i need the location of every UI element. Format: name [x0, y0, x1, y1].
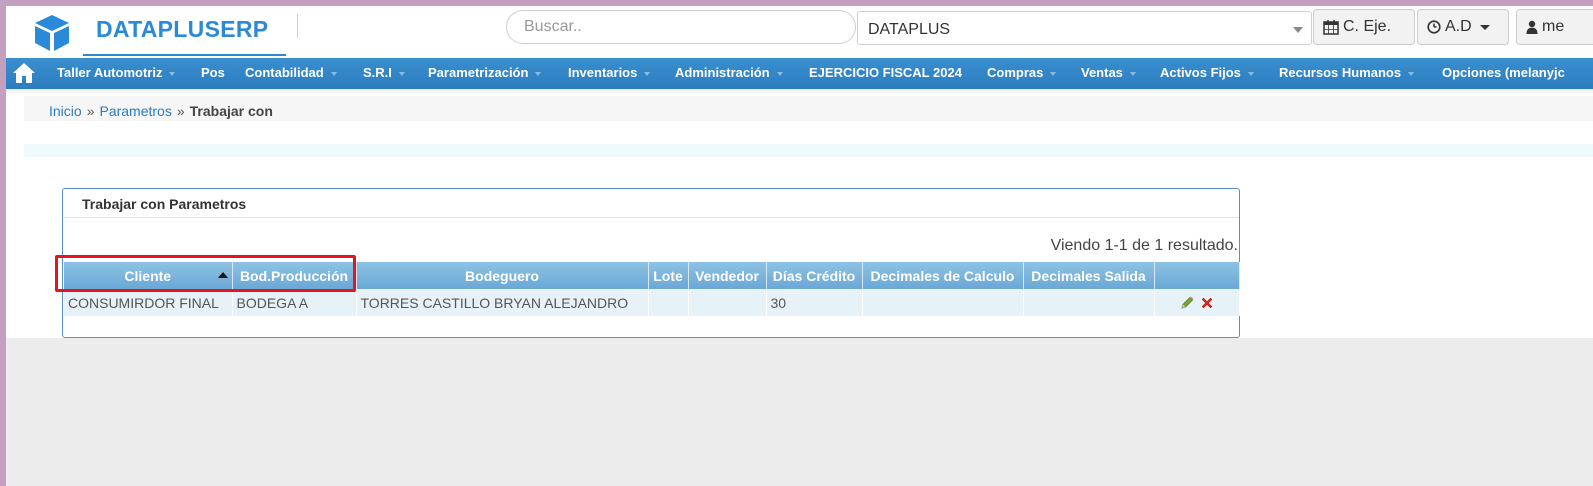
cell-cliente: CONSUMIRDOR FINAL	[64, 289, 233, 316]
user-menu-button[interactable]: me	[1516, 9, 1593, 45]
search-input[interactable]	[506, 10, 856, 44]
cell-dias-credito: 30	[766, 289, 863, 316]
nav-item-ventas[interactable]: Ventas	[1081, 58, 1136, 89]
dropdown-arrow-icon	[398, 71, 405, 76]
column-header-vendedor[interactable]: Vendedor	[688, 262, 767, 289]
dropdown-arrow-icon	[169, 71, 176, 76]
breadcrumb-current: Trabajar con	[189, 103, 273, 119]
nav-item-pos[interactable]: Pos	[201, 58, 225, 89]
breadcrumb: Inicio» Parametros» Trabajar con	[49, 103, 273, 119]
column-header-decimales-salida[interactable]: Decimales Salida	[1023, 262, 1155, 289]
ejercicio-button[interactable]: C. Eje.	[1313, 9, 1415, 45]
results-summary: Viendo 1-1 de 1 resultado.	[1050, 237, 1238, 254]
clock-icon	[1427, 20, 1441, 34]
brand-title[interactable]: DATAPLUSERP	[96, 16, 268, 43]
highlight-annotation-box	[55, 255, 356, 292]
nav-item-parametrizacion[interactable]: Parametrización	[428, 58, 542, 89]
nav-item-administracion[interactable]: Administración	[675, 58, 783, 89]
brand-underline	[83, 54, 286, 56]
calendar-icon	[1323, 20, 1339, 35]
dropdown-arrow-icon	[644, 71, 651, 76]
nav-item-contabilidad[interactable]: Contabilidad	[245, 58, 337, 89]
nav-item-opciones[interactable]: Opciones (melanyjc	[1442, 58, 1565, 89]
flash-message-area	[24, 144, 1593, 157]
cell-bod-produccion: BODEGA A	[232, 289, 357, 316]
edit-pencil-icon[interactable]	[1179, 295, 1195, 311]
dropdown-arrow-icon	[1129, 71, 1136, 76]
nav-item-ejercicio-fiscal[interactable]: EJERCICIO FISCAL 2024	[809, 58, 962, 89]
ejercicio-button-label: C. Eje.	[1343, 18, 1392, 35]
caret-down-icon	[1479, 24, 1490, 30]
header-divider	[297, 14, 298, 38]
dropdown-arrow-icon	[1247, 71, 1254, 76]
dropdown-arrow-icon	[1408, 71, 1415, 76]
nav-item-inventarios[interactable]: Inventarios	[568, 58, 651, 89]
nav-item-compras[interactable]: Compras	[987, 58, 1057, 89]
cell-decimales-salida	[1023, 289, 1155, 316]
cube-logo-icon	[35, 15, 69, 51]
dropdown-arrow-icon	[535, 71, 542, 76]
navbar-shadow	[6, 89, 1593, 95]
delete-icon[interactable]	[1199, 295, 1215, 311]
breadcrumb-separator: »	[86, 103, 95, 119]
company-select[interactable]: DATAPLUS	[857, 11, 1312, 45]
nav-item-sri[interactable]: S.R.I	[363, 58, 405, 89]
row-actions	[1159, 295, 1235, 311]
cell-actions	[1154, 289, 1240, 316]
dropdown-arrow-icon	[330, 71, 337, 76]
column-header-decimales-calculo[interactable]: Decimales de Calculo	[862, 262, 1024, 289]
panel-title: Trabajar con Parametros	[63, 189, 1239, 218]
table-row[interactable]: CONSUMIRDOR FINAL BODEGA A TORRES CASTIL…	[64, 289, 1240, 316]
nav-item-activos-fijos[interactable]: Activos Fijos	[1160, 58, 1254, 89]
column-header-bodeguero[interactable]: Bodeguero	[356, 262, 649, 289]
column-header-dias-credito[interactable]: Días Crédito	[766, 262, 863, 289]
nav-item-taller-automotriz[interactable]: Taller Automotriz	[57, 58, 176, 89]
main-navbar: Taller Automotriz Pos Contabilidad S.R.I…	[6, 58, 1593, 89]
ad-dropdown-button[interactable]: A.D	[1417, 9, 1509, 45]
column-header-actions	[1154, 262, 1240, 289]
breadcrumb-home-link[interactable]: Inicio	[49, 103, 82, 119]
cell-vendedor	[688, 289, 767, 316]
cell-decimales-calculo	[862, 289, 1024, 316]
cell-bodeguero: TORRES CASTILLO BRYAN ALEJANDRO	[356, 289, 649, 316]
dropdown-arrow-icon	[776, 71, 783, 76]
home-icon[interactable]	[12, 61, 36, 85]
cell-lote	[648, 289, 689, 316]
breadcrumb-separator: »	[176, 103, 185, 119]
chevron-down-icon	[1293, 27, 1303, 33]
user-icon	[1526, 20, 1538, 34]
nav-item-recursos-humanos[interactable]: Recursos Humanos	[1279, 58, 1415, 89]
column-header-lote[interactable]: Lote	[648, 262, 689, 289]
dropdown-arrow-icon	[1050, 71, 1057, 76]
ad-button-label: A.D	[1445, 18, 1472, 35]
company-select-value: DATAPLUS	[868, 21, 951, 38]
user-button-label: me	[1542, 18, 1565, 35]
breadcrumb-parametros-link[interactable]: Parametros	[99, 103, 171, 119]
